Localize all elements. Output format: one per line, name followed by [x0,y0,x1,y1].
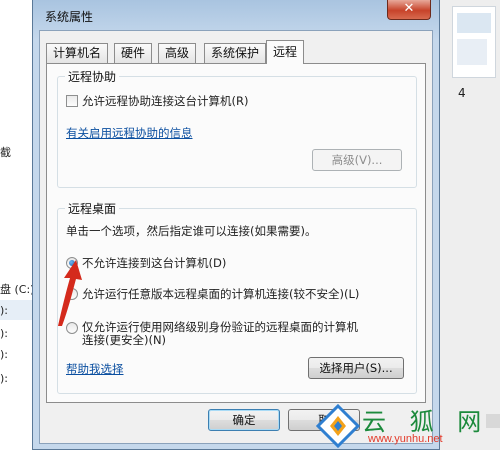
tab-computer-name[interactable]: 计算机名 [46,43,109,63]
remote-desktop-group: 远程桌面 单击一个选项，然后指定谁可以连接(如果需要)。 不允许连接到这台计算机… [57,200,417,394]
bg-number: 4 [458,86,466,100]
radio-allow-nla-label: 仅允许运行使用网络级别身份验证的远程桌面的计算机连接(更安全)(N) [82,320,358,347]
bg-thumbnail[interactable] [452,6,496,78]
ok-button[interactable]: 确定 [208,409,280,431]
bg-text-fragment: 截 [0,146,11,159]
radio-option-allow-any[interactable]: 允许运行任意版本远程桌面的计算机连接(较不安全)(L) [66,286,359,302]
tab-remote[interactable]: 远程 [266,40,305,64]
remote-tab-pane: 远程协助 允许远程协助连接这台计算机(R) 有关启用远程协助的信息 高级(V).… [46,63,426,403]
remote-assistance-group: 远程协助 允许远程协助连接这台计算机(R) 有关启用远程协助的信息 高级(V).… [57,68,417,188]
radio-disallow-label: 不允许连接到这台计算机(D) [82,256,227,270]
remote-desktop-description: 单击一个选项，然后指定谁可以连接(如果需要)。 [66,224,317,238]
radio-allow-any-label: 允许运行任意版本远程桌面的计算机连接(较不安全)(L) [82,287,360,301]
watermark-logo-icon [316,404,360,448]
bg-drive-c[interactable]: 盘 (C:) [0,281,34,297]
bg-drive-fragment[interactable]: ): [0,327,8,340]
select-users-button[interactable]: 选择用户(S)... [308,357,404,379]
radio-option-allow-nla[interactable]: 仅允许运行使用网络级别身份验证的远程桌面的计算机连接(更安全)(N) [66,321,366,347]
bg-drive-fragment[interactable]: ): [0,372,8,385]
allow-remote-assistance-label: 允许远程协助连接这台计算机(R) [82,94,249,108]
close-button[interactable]: ✕ [387,0,431,20]
watermark-text: 云 狐 网 [362,408,490,436]
allow-remote-assistance-row[interactable]: 允许远程协助连接这台计算机(R) [66,93,248,109]
watermark-url: www.yunhu.net [368,433,443,445]
close-icon: ✕ [403,1,415,16]
tab-hardware[interactable]: 硬件 [114,43,153,63]
help-me-choose-link[interactable]: 帮助我选择 [66,362,124,376]
remote-desktop-legend: 远程桌面 [65,200,120,217]
tab-system-protection[interactable]: 系统保护 [204,43,267,63]
remote-assistance-info-link[interactable]: 有关启用远程协助的信息 [66,126,193,140]
dialog-client-area: 计算机名 硬件 高级 系统保护 远程 远程协助 允许远程协助连接这台计算机(R)… [39,30,433,444]
bg-drive-fragment[interactable]: ): [0,348,8,361]
allow-remote-assistance-checkbox[interactable] [66,95,78,107]
window-title: 系统属性 [45,10,94,24]
system-properties-dialog: 系统属性 ✕ 计算机名 硬件 高级 系统保护 远程 远程协助 允许远程协助连接这… [32,0,440,450]
bg-drive-fragment[interactable]: ): [0,304,8,317]
advanced-button[interactable]: 高级(V)... [312,149,402,171]
remote-assistance-legend: 远程协助 [65,68,120,85]
annotation-arrow-icon [58,260,82,326]
tab-advanced[interactable]: 高级 [158,43,197,63]
